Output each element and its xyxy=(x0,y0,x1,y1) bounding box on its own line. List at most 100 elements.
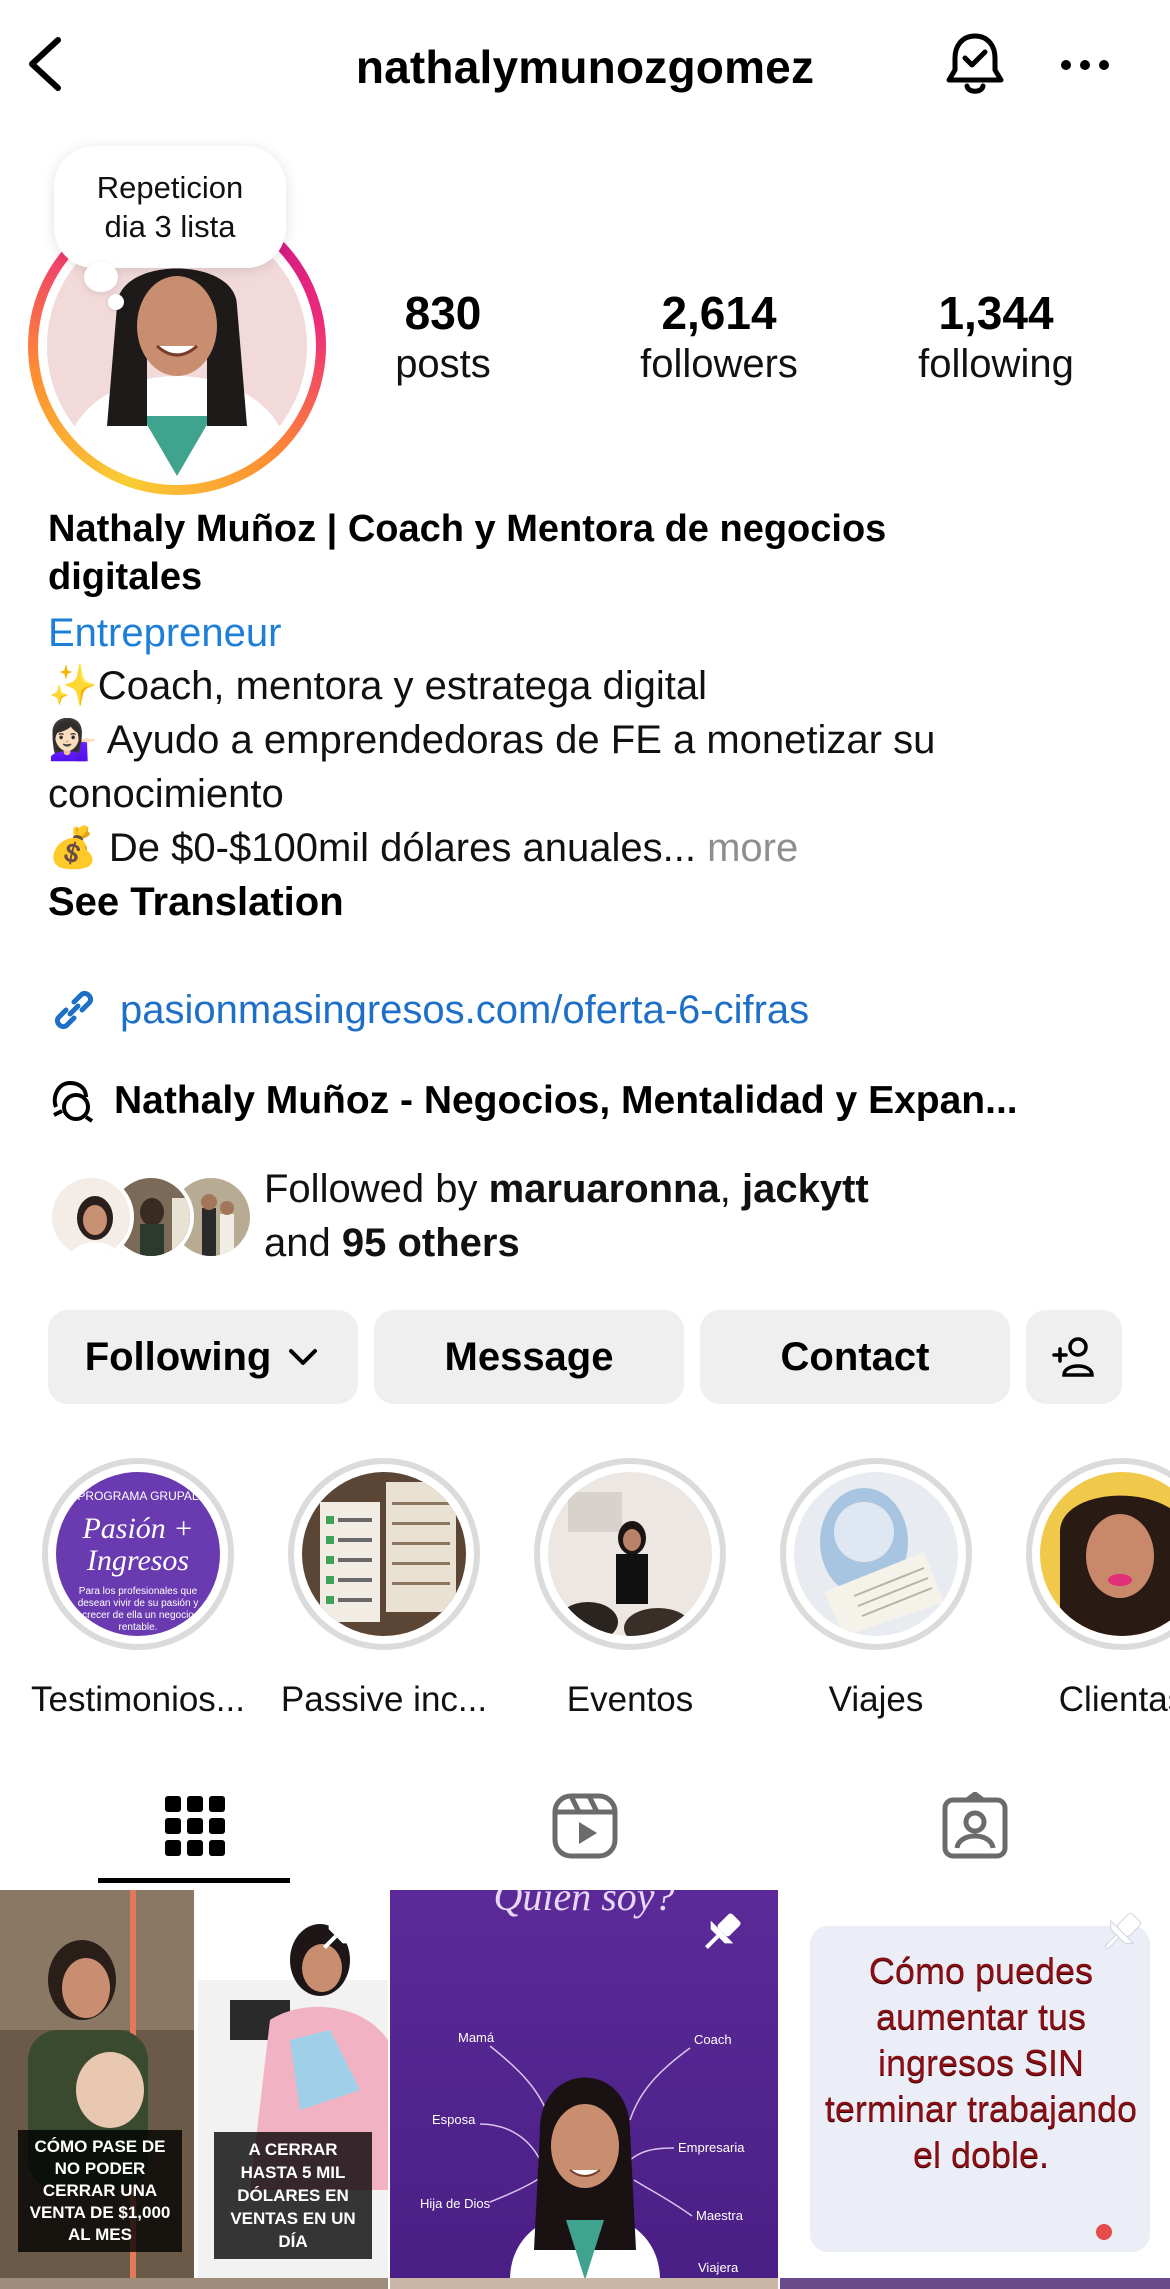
threads-badge[interactable]: Nathaly Muñoz - Negocios, Mentalidad y E… xyxy=(48,1073,1018,1129)
post-2-word-hija: Hija de Dios xyxy=(420,2196,491,2211)
message-button-label: Message xyxy=(444,1334,614,1379)
post-1-right-caption: A CERRAR HASTA 5 MIL DÓLARES EN VENTAS E… xyxy=(214,2132,372,2259)
stat-followers[interactable]: 2,614 followers xyxy=(599,288,839,390)
followed-by-name-1: maruaronna xyxy=(488,1167,720,1211)
svg-text:Para los profesionales que: Para los profesionales que xyxy=(79,1586,198,1597)
note-bubble-tail-small xyxy=(108,294,124,310)
bio-line-4: 💰 De $0-$100mil dólares anuales... more xyxy=(48,821,1138,875)
see-translation-link[interactable]: See Translation xyxy=(48,875,1138,929)
post-2-word-mama: Mamá xyxy=(458,2030,495,2045)
profile-tabs xyxy=(0,1766,1170,1886)
profile-link-url: pasionmasingresos.com/oferta-6-cifras xyxy=(120,987,810,1032)
profile-display-name: Nathaly Muñoz | Coach y Mentora de negoc… xyxy=(48,505,1138,601)
highlight-cover-top-text: PROGRAMA GRUPAL xyxy=(77,1489,198,1503)
suggested-users-button[interactable] xyxy=(1026,1310,1122,1404)
svg-text:Ingresos: Ingresos xyxy=(86,1544,189,1577)
top-bar: nathalymunozgomez xyxy=(0,0,1170,132)
profile-bio: Nathaly Muñoz | Coach y Mentora de negoc… xyxy=(48,505,1138,929)
post-tile-2[interactable]: Quien soy? Mamá Esposa Hija de Dios Coac… xyxy=(390,1890,778,2280)
pin-icon xyxy=(323,1913,359,1949)
post-3-text: Cómo puedes aumentar tus ingresos SIN te… xyxy=(824,1950,1138,2175)
followed-by-and: and xyxy=(264,1221,331,1265)
highlight-label: Eventos xyxy=(566,1680,694,1719)
post-2-word-viajera: Viajera xyxy=(698,2260,739,2275)
highlight-label: Testimonios... xyxy=(31,1680,245,1719)
message-button[interactable]: Message xyxy=(374,1310,684,1404)
link-icon xyxy=(54,990,94,1030)
tab-tagged[interactable] xyxy=(780,1766,1170,1886)
post-2-word-maestra: Maestra xyxy=(696,2208,744,2223)
active-tab-indicator xyxy=(98,1878,290,1883)
followed-by-prefix: Followed by xyxy=(264,1167,478,1211)
note-text-line1: Repeticion xyxy=(96,170,244,205)
tagged-person-icon xyxy=(942,1792,1008,1859)
posts-grid: CÓMO PASE DE NO PODER CERRAR UNA VENTA D… xyxy=(0,1890,1170,2289)
note-text-line2: dia 3 lista xyxy=(104,209,236,244)
followed-by-text: Followed by maruaronna, jackytt and 95 o… xyxy=(264,1162,869,1270)
stat-followers-label: followers xyxy=(640,342,798,386)
bio-more-link[interactable]: more xyxy=(707,826,798,870)
following-button[interactable]: Following xyxy=(48,1310,358,1404)
threads-text: Nathaly Muñoz - Negocios, Mentalidad y E… xyxy=(114,1079,1018,1122)
bell-check-icon xyxy=(946,33,1004,94)
highlight-label: Clientas xyxy=(1058,1680,1170,1719)
post-row2-tile-3[interactable] xyxy=(780,2278,1170,2289)
bio-line-3: conocimiento xyxy=(48,772,284,816)
tab-reels[interactable] xyxy=(390,1766,780,1886)
highlight-cover-viajes xyxy=(794,1472,958,1636)
add-person-icon xyxy=(1052,1337,1094,1377)
bio-line-1: ✨Coach, mentora y estratega digital xyxy=(48,664,708,708)
followed-by-row[interactable]: Followed by maruaronna, jackytt and 95 o… xyxy=(48,1162,1138,1274)
display-name-line2: digitales xyxy=(48,556,203,598)
chevron-down-icon xyxy=(289,1349,318,1365)
reels-icon xyxy=(552,1793,618,1859)
followed-by-others: 95 others xyxy=(341,1221,520,1265)
grid-icon xyxy=(165,1796,225,1856)
contact-button-label: Contact xyxy=(780,1334,930,1379)
followed-by-separator: , xyxy=(719,1167,731,1211)
more-options-button[interactable] xyxy=(1060,50,1110,80)
followed-by-name-2: jackytt xyxy=(741,1167,869,1211)
post-2-title: Quien soy? xyxy=(493,1890,674,1919)
chevron-left-icon xyxy=(29,37,61,91)
bio-line-2: 💁🏻‍♀️ Ayudo a emprendedoras de FE a mone… xyxy=(48,718,936,762)
pin-icon xyxy=(705,1913,741,1949)
stat-posts-label: posts xyxy=(395,342,491,386)
note-bubble-tail xyxy=(84,262,118,292)
svg-text:desean vivir de su pasión y: desean vivir de su pasión y xyxy=(78,1598,199,1609)
post-2-word-coach: Coach xyxy=(694,2032,732,2047)
more-horizontal-icon xyxy=(1061,60,1109,70)
stat-following-count: 1,344 xyxy=(938,287,1054,339)
highlight-label: Passive inc... xyxy=(280,1680,488,1719)
display-name-line1: Nathaly Muñoz | Coach y Mentora de negoc… xyxy=(48,508,887,550)
back-button[interactable] xyxy=(22,34,72,94)
post-2-word-esposa: Esposa xyxy=(432,2112,476,2127)
threads-icon xyxy=(52,1081,94,1123)
profile-category[interactable]: Entrepreneur xyxy=(48,607,1138,659)
stat-posts[interactable]: 830 posts xyxy=(323,288,563,390)
highlight-label: Viajes xyxy=(828,1680,924,1719)
svg-text:rentable.: rentable. xyxy=(119,1622,158,1633)
follower-avatar-1 xyxy=(48,1174,134,1260)
contact-button[interactable]: Contact xyxy=(700,1310,1010,1404)
post-row2-tile-2[interactable] xyxy=(390,2278,778,2289)
stat-posts-count: 830 xyxy=(404,287,482,339)
post-row2-tile-1[interactable] xyxy=(0,2278,388,2289)
highlight-cover-eventos xyxy=(548,1472,712,1636)
profile-link[interactable]: pasionmasingresos.com/oferta-6-cifras xyxy=(48,982,809,1038)
post-2-word-empresaria: Empresaria xyxy=(678,2140,745,2155)
profile-note-bubble[interactable]: Repeticion dia 3 lista xyxy=(54,146,286,268)
stat-following-label: following xyxy=(918,342,1074,386)
svg-text:Pasión +: Pasión + xyxy=(81,1512,193,1545)
post-tile-1[interactable]: CÓMO PASE DE NO PODER CERRAR UNA VENTA D… xyxy=(0,1890,388,2280)
bio-line-4-text: 💰 De $0-$100mil dólares anuales... xyxy=(48,826,696,870)
stat-following[interactable]: 1,344 following xyxy=(876,288,1116,390)
notifications-button[interactable] xyxy=(944,30,1006,100)
post-tile-3[interactable]: Cómo puedes aumentar tus ingresos SIN te… xyxy=(780,1890,1170,2280)
following-button-label: Following xyxy=(84,1334,272,1379)
pin-icon xyxy=(1104,1912,1142,1950)
tab-grid[interactable] xyxy=(0,1766,390,1886)
svg-text:crecer de ella un negocio: crecer de ella un negocio xyxy=(82,1610,194,1621)
stat-followers-count: 2,614 xyxy=(661,287,777,339)
highlight-cover-testimonios: PROGRAMA GRUPAL Pasión + Ingresos Para l… xyxy=(56,1472,220,1636)
